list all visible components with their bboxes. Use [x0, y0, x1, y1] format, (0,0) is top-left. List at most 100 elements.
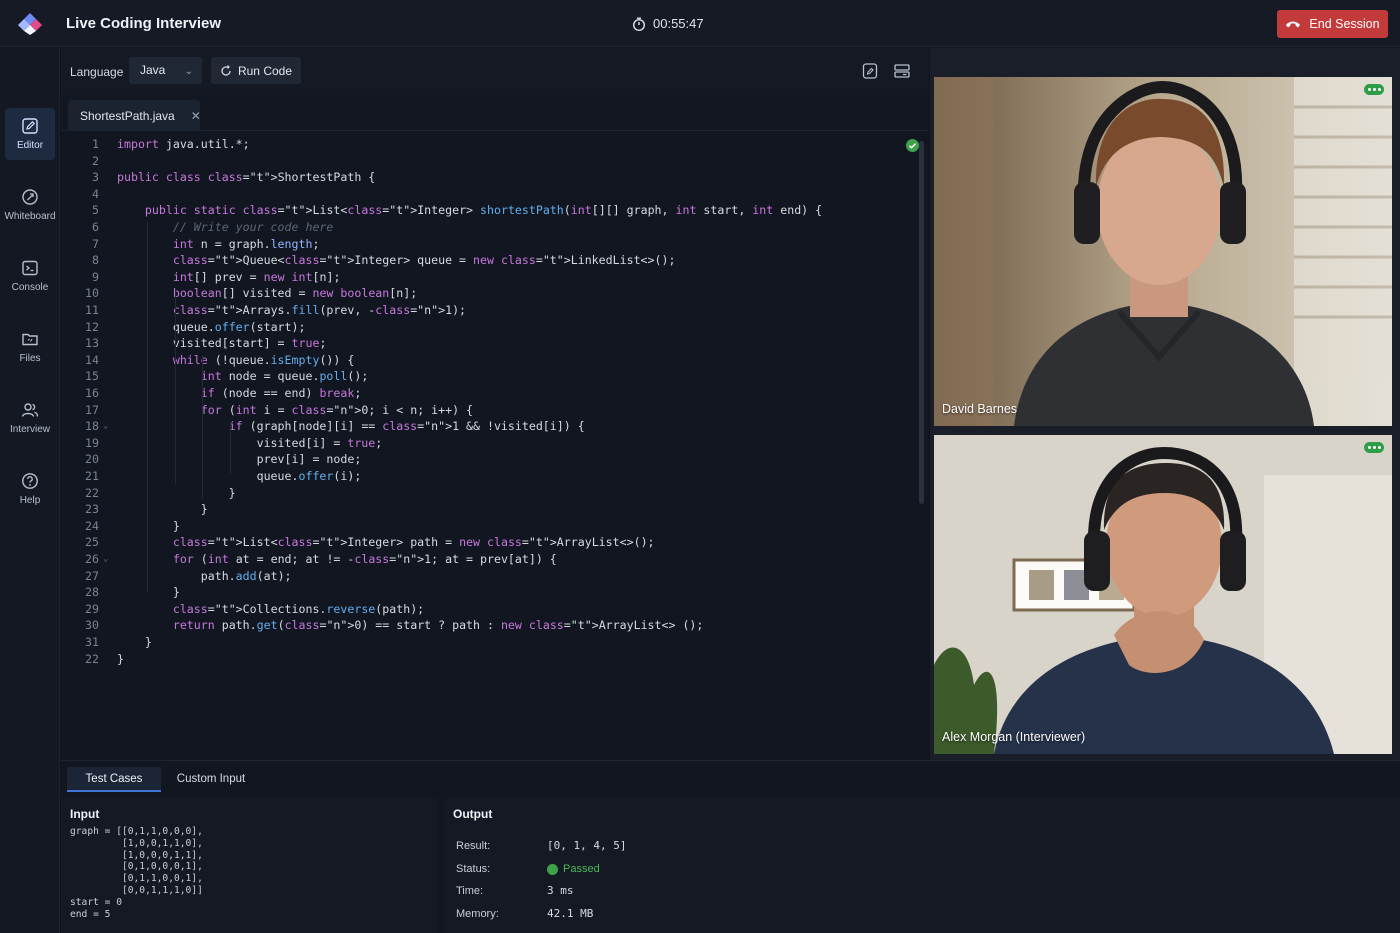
line-number: 20: [85, 452, 99, 467]
editor-scrollbar[interactable]: [919, 141, 924, 504]
line-number: 24: [85, 518, 99, 533]
side-navigation: Editor Whiteboard Console Files Intervie…: [0, 47, 60, 933]
users-icon: [21, 403, 39, 417]
line-number: 3: [92, 170, 99, 185]
line-number: 22: [85, 651, 99, 666]
code-line: 17 for (int i = class="n">0; i < n; i++)…: [61, 402, 911, 419]
fold-chevron-icon[interactable]: ⌄: [103, 551, 108, 568]
top-bar: Live Coding Interview 00:55:47 End Sessi…: [0, 0, 1400, 47]
code-text: }: [117, 585, 180, 600]
code-line: 22}: [61, 651, 911, 668]
layout-icon[interactable]: [893, 62, 911, 80]
stopwatch-icon: [633, 17, 645, 31]
code-line: 21 queue.offer(i);: [61, 468, 911, 485]
status-value: Passed: [563, 863, 600, 875]
code-text: }: [117, 518, 180, 533]
tab-custom-input[interactable]: Custom Input: [167, 767, 255, 792]
participant-name-interviewer: Alex Morgan (Interviewer): [942, 730, 1086, 744]
line-number: 19: [85, 435, 99, 450]
app-title: Live Coding Interview: [66, 15, 222, 32]
close-icon[interactable]: ✕: [191, 109, 201, 123]
code-text: int node = queue.poll();: [200, 369, 369, 384]
file-tab-shortestpath[interactable]: ShortestPath.java ✕: [68, 100, 201, 131]
code-line: 30 return path.get(class="n">0) == start…: [61, 617, 911, 634]
line-number: 28: [85, 585, 99, 600]
indent-guide: [229, 421, 231, 474]
code-line: 8 class="t">Queue<class="t">Integer> que…: [61, 252, 911, 269]
interviewer-video-image: [934, 435, 1392, 754]
code-line: 24 }: [61, 518, 911, 535]
check-circle-icon: [906, 139, 919, 152]
video-panel: David Barnes Alex Morgan (Interviewer): [930, 48, 1400, 760]
line-number: 4: [92, 186, 99, 201]
app-logo-icon: [18, 13, 42, 35]
video-tile-interviewer: Alex Morgan (Interviewer): [934, 435, 1392, 754]
code-line: 31 }: [61, 634, 911, 651]
code-line: 9 int[] prev = new int[n];: [61, 269, 911, 286]
status-key: Status:: [456, 863, 491, 875]
nav-interview[interactable]: Interview: [5, 392, 55, 444]
video-tile-candidate: David Barnes: [934, 77, 1392, 426]
code-editor[interactable]: 1 import java.util.*; 2 3 public class class…: [61, 131, 929, 759]
line-number: 7: [92, 236, 99, 251]
language-label: Language: [70, 65, 124, 79]
line-number: 11: [85, 303, 99, 317]
nav-help[interactable]: Help: [5, 463, 55, 515]
end-session-button[interactable]: End Session: [1277, 10, 1388, 38]
code-text: }: [117, 502, 208, 517]
code-line: 5 public static class="t">List<class="t"…: [61, 202, 911, 219]
nav-editor-label: Editor: [16, 140, 44, 151]
status-badge: Passed: [547, 861, 600, 877]
run-code-button[interactable]: Run Code: [211, 57, 301, 84]
language-value: Java: [140, 63, 166, 77]
code-text: class="t">Queue<class="t">Integer> queue…: [172, 253, 676, 268]
code-line: 16 if (node == end) break;: [61, 385, 911, 402]
nav-help-label: Help: [19, 495, 41, 506]
tab-test-cases[interactable]: Test Cases: [67, 767, 161, 792]
code-line: 11 class="t">Arrays.fill(prev, -class="n…: [61, 302, 911, 319]
help-icon: [22, 473, 38, 489]
code-line: 2: [61, 153, 911, 170]
code-line: 18 ⌄ if (graph[node][i] == class="n">1 &&…: [61, 418, 911, 435]
time-key: Time:: [456, 885, 484, 897]
line-number: 16: [85, 386, 99, 400]
code-line: 25 class="t">List<class="t">Integer> pat…: [61, 534, 911, 551]
indent-guide: [146, 222, 148, 592]
code-line: 4: [61, 186, 911, 203]
code-text: public class class="t">ShortestPath {: [117, 170, 376, 185]
code-text: if (node == end) break;: [200, 386, 362, 400]
language-select[interactable]: Java ⌄: [129, 57, 202, 84]
time-value: 3 ms: [547, 884, 574, 897]
nav-files[interactable]: Files: [5, 321, 55, 373]
code-line: 26 ⌄ for (int at = end; at != -class="n">…: [61, 551, 911, 568]
line-number: 10: [85, 286, 99, 301]
code-text: int[] prev = new int[n];: [172, 269, 341, 284]
nav-files-label: Files: [19, 353, 41, 364]
nav-console[interactable]: Console: [5, 250, 55, 302]
chevron-down-icon: ⌄: [184, 66, 193, 77]
line-number: 31: [85, 635, 99, 649]
code-line: 3 public class class="t">ShortestPath {: [61, 169, 911, 186]
more-options-icon[interactable]: [1364, 84, 1384, 95]
timer-value: 00:55:47: [653, 16, 704, 31]
code-text: path.add(at);: [117, 568, 292, 583]
nav-whiteboard[interactable]: Whiteboard: [4, 179, 56, 231]
code-text: while (!queue.isEmpty()) {: [172, 352, 355, 367]
check-circle-icon: [547, 863, 558, 875]
participant-name-candidate: David Barnes: [942, 402, 1018, 416]
code-text: for (int i = class="n">0; i < n; i++) {: [200, 402, 474, 417]
line-number: 30: [85, 618, 99, 633]
code-line: 10 boolean[] visited = new boolean[n];: [61, 285, 911, 302]
nav-editor[interactable]: Editor: [5, 108, 55, 160]
indent-guide: [174, 288, 176, 484]
more-options-icon[interactable]: [1364, 442, 1384, 453]
edit-icon: [22, 118, 38, 134]
code-line: 1 import java.util.*;: [61, 136, 911, 153]
test-panel: Test Cases Custom Input Input graph = [[…: [61, 760, 1400, 933]
notes-icon[interactable]: [861, 62, 879, 80]
code-text: import java.util.*;: [117, 137, 250, 151]
nav-interview-label: Interview: [9, 424, 50, 435]
code-line: 28 }: [61, 584, 911, 601]
fold-chevron-icon[interactable]: ⌄: [103, 418, 108, 435]
line-number: 5: [92, 203, 99, 218]
